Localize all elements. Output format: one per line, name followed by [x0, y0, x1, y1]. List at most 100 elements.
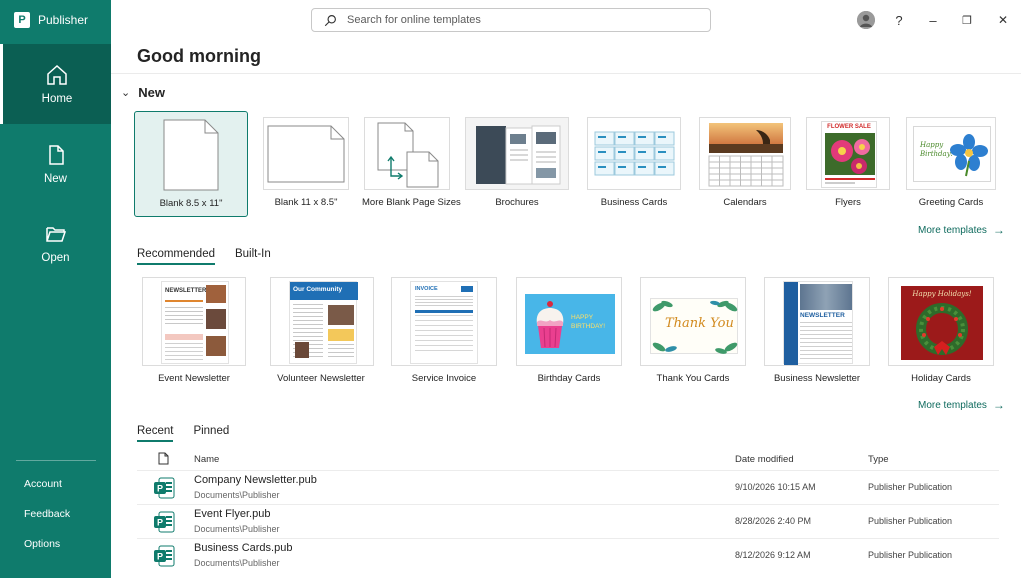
search-input[interactable]: [347, 14, 687, 26]
file-type: Publisher Publication: [868, 482, 953, 492]
template-greeting-cards[interactable]: Happy Birthday! Greeting Cards: [906, 117, 996, 211]
holiday-card-thumbnail: Happy Holidays!: [901, 286, 983, 360]
column-date-modified[interactable]: Date modified: [735, 454, 794, 465]
minimize-button[interactable]: –: [923, 10, 943, 30]
template-thumb: FLOWER SALE: [806, 117, 890, 190]
recent-list-header: Name Date modified Type: [137, 452, 999, 470]
nav-open-label: Open: [41, 252, 70, 264]
blank-page-icon: [163, 119, 219, 191]
template-flyers[interactable]: FLOWER SALE Flyers: [806, 117, 890, 211]
template-label: Event Newsletter: [158, 373, 230, 384]
app-brand: P Publisher: [0, 0, 111, 40]
template-label: Greeting Cards: [918, 197, 984, 208]
cupcake-illustration: [536, 301, 564, 348]
user-avatar-icon[interactable]: [857, 11, 875, 29]
sidebar: P Publisher Home New Open Account Feedba…: [0, 0, 111, 578]
file-path: Documents\Publisher: [194, 524, 280, 534]
template-business-newsletter[interactable]: NEWSLETTER Business Newsletter: [764, 277, 870, 385]
template-thumb: NEWSLETTER: [142, 277, 246, 366]
template-thumb: Our Community: [270, 277, 374, 366]
feedback-link[interactable]: Feedback: [24, 508, 70, 520]
template-thumb: Happy Birthday!: [906, 117, 996, 190]
business-cards-thumbnail: [594, 131, 675, 176]
template-brochures[interactable]: Brochures: [465, 117, 569, 211]
volunteer-newsletter-thumbnail: Our Community: [289, 281, 358, 364]
arrow-right-icon: →: [992, 223, 1005, 237]
flyer-thumb-title: FLOWER SALE: [827, 124, 871, 130]
close-button[interactable]: ✕: [993, 10, 1013, 30]
page-sizes-icon: [377, 122, 439, 188]
file-type: Publisher Publication: [868, 516, 953, 526]
restore-button[interactable]: ❐: [957, 10, 977, 30]
greeting-card-thumbnail: Happy Birthday!: [913, 126, 991, 182]
thank-you-card-thumbnail: Thank You: [650, 298, 738, 354]
column-name[interactable]: Name: [194, 454, 219, 465]
file-type-icon: [158, 452, 169, 465]
template-blank-landscape[interactable]: Blank 11 x 8.5": [263, 117, 349, 211]
nav-home[interactable]: Home: [0, 44, 111, 124]
page-greeting: Good morning: [137, 46, 261, 66]
recent-file-row[interactable]: P Event Flyer.pub Documents\Publisher 8/…: [137, 504, 999, 538]
template-label: Business Cards: [600, 197, 668, 208]
template-label: Volunteer Newsletter: [277, 373, 365, 384]
tab-built-in[interactable]: Built-In: [235, 248, 271, 265]
template-business-cards[interactable]: Business Cards: [587, 117, 681, 211]
file-name: Company Newsletter.pub: [194, 474, 317, 486]
thumb-thank-you-text: Thank You: [665, 316, 734, 331]
search-box[interactable]: [311, 8, 711, 32]
template-thank-you-cards[interactable]: Thank You Thank You Cards: [640, 277, 746, 385]
wreath-illustration: [916, 303, 968, 355]
template-thumb: NEWSLETTER: [764, 277, 870, 366]
more-templates-label: More templates: [918, 399, 987, 411]
template-label: More Blank Page Sizes: [362, 197, 461, 208]
help-button[interactable]: ?: [889, 10, 909, 30]
svg-text:P: P: [157, 518, 163, 528]
template-volunteer-newsletter[interactable]: Our Community Volunteer Newsletter: [268, 277, 374, 385]
template-birthday-cards[interactable]: HAPPY BIRTHDAY! Birthday Cards: [516, 277, 622, 385]
publisher-file-icon: P: [154, 511, 175, 533]
nav-open[interactable]: Open: [0, 203, 111, 283]
tab-recent[interactable]: Recent: [137, 425, 174, 442]
account-link[interactable]: Account: [24, 478, 62, 490]
publisher-logo-icon: P: [14, 12, 30, 28]
blue-flower-illustration: [950, 134, 988, 177]
template-thumb: [587, 117, 681, 190]
template-service-invoice[interactable]: INVOICE Service Invoice: [391, 277, 497, 385]
template-thumb: HAPPY BIRTHDAY!: [516, 277, 622, 366]
blank-page-landscape-icon: [267, 125, 345, 183]
template-thumb: [699, 117, 791, 190]
template-calendars[interactable]: Calendars: [699, 117, 791, 211]
template-label: Blank 8.5 x 11": [159, 198, 223, 209]
tab-pinned[interactable]: Pinned: [193, 425, 229, 442]
template-thumb: Thank You: [640, 277, 746, 366]
template-holiday-cards[interactable]: Happy Holidays! Holiday Cards: [888, 277, 994, 385]
template-label: Blank 11 x 8.5": [274, 197, 338, 208]
more-templates-link-new[interactable]: More templates →: [918, 223, 1005, 237]
more-templates-link-recommended[interactable]: More templates →: [918, 398, 1005, 412]
recent-file-row[interactable]: P Company Newsletter.pub Documents\Publi…: [137, 470, 999, 504]
column-type[interactable]: Type: [868, 454, 889, 465]
options-link[interactable]: Options: [24, 538, 60, 550]
app-name: Publisher: [38, 13, 89, 27]
chevron-down-icon: ⌄: [121, 87, 131, 99]
file-name: Event Flyer.pub: [194, 508, 271, 520]
tab-recommended[interactable]: Recommended: [137, 248, 215, 265]
file-path: Documents\Publisher: [194, 490, 280, 500]
nav-new-label: New: [43, 173, 67, 185]
template-more-blank-sizes[interactable]: More Blank Page Sizes: [362, 117, 461, 211]
business-newsletter-thumbnail: NEWSLETTER: [783, 281, 853, 365]
flower-photo: [825, 133, 875, 175]
template-blank-portrait[interactable]: Blank 8.5 x 11": [134, 111, 248, 217]
new-section-toggle[interactable]: ⌄ New: [121, 85, 165, 100]
nav-new[interactable]: New: [0, 124, 111, 204]
titlebar: ? – ❐ ✕: [111, 0, 1021, 40]
thumb-business-newsletter-title: NEWSLETTER: [800, 312, 845, 319]
recent-file-row[interactable]: P Business Cards.pub Documents\Publisher…: [137, 538, 999, 572]
template-event-newsletter[interactable]: NEWSLETTER Event Newsletter: [142, 277, 246, 385]
brochure-thumbnail: [476, 125, 561, 185]
publisher-file-icon: P: [154, 477, 175, 499]
file-date: 8/12/2026 9:12 AM: [735, 550, 811, 560]
template-thumb: [465, 117, 569, 190]
thumb-invoice-title: INVOICE: [415, 286, 438, 292]
file-name: Business Cards.pub: [194, 542, 293, 554]
